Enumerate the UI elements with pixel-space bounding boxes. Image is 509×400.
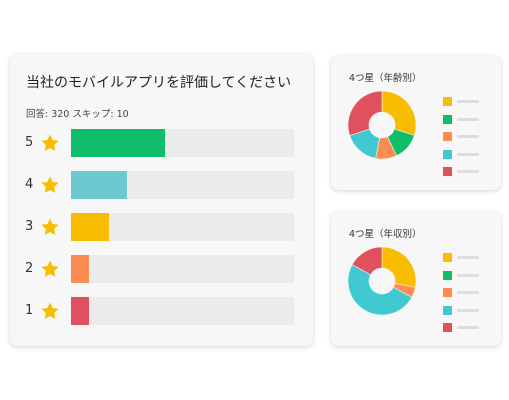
legend-swatch	[443, 167, 452, 176]
income-slice-0	[381, 246, 417, 288]
legend-placeholder-line	[457, 256, 479, 259]
age-legend-item	[443, 94, 493, 112]
age-legend-item	[443, 129, 493, 147]
legend-swatch	[443, 97, 452, 106]
legend-placeholder-line	[457, 170, 479, 173]
legend-swatch	[443, 270, 452, 280]
bar-track	[71, 297, 294, 325]
legend-placeholder-line	[457, 135, 479, 138]
star-icon	[41, 260, 59, 277]
legend-placeholder-line	[457, 152, 479, 156]
income-legend-item	[443, 320, 493, 338]
rating-row-2: 2	[10, 255, 313, 283]
age-legend-item	[443, 147, 493, 165]
legend-swatch	[443, 253, 452, 262]
rating-label: 1	[25, 303, 34, 318]
survey-question-title: 当社のモバイルアプリを評価してください	[26, 75, 292, 91]
legend-placeholder-line	[457, 326, 479, 329]
legend-swatch	[443, 288, 452, 297]
rating-label: 5	[25, 135, 34, 150]
skip-count: スキップ: 10	[72, 109, 129, 120]
income-donut-chart	[347, 246, 417, 316]
income-pie-card: 4つ星（年収別）	[331, 212, 501, 346]
legend-swatch	[443, 305, 452, 315]
star-icon	[41, 176, 59, 193]
legend-placeholder-line	[457, 100, 479, 103]
age-legend-item	[443, 164, 493, 182]
bar-3	[71, 213, 109, 241]
rating-label: 4	[25, 177, 34, 192]
bar-track	[71, 129, 294, 157]
bar-5	[71, 129, 165, 157]
rating-label: 3	[25, 219, 34, 234]
income-legend-item	[443, 268, 493, 286]
bar-1	[71, 297, 89, 325]
rating-row-1: 1	[10, 297, 313, 325]
income-legend-item	[443, 303, 493, 321]
star-icon	[41, 302, 59, 319]
age-pie-legend	[443, 94, 493, 182]
income-legend-item	[443, 250, 493, 268]
rating-card: 当社のモバイルアプリを評価してください 回答: 320 スキップ: 10 5 4 3…	[10, 54, 313, 346]
age-legend-item	[443, 112, 493, 130]
response-count: 回答: 320	[26, 109, 70, 120]
age-slice-0	[381, 90, 417, 136]
legend-placeholder-line	[457, 308, 479, 312]
age-pie-title: 4つ星（年齢別）	[349, 73, 422, 84]
legend-swatch	[443, 149, 452, 159]
age-donut-chart	[347, 90, 417, 160]
response-stats: 回答: 320 スキップ: 10	[26, 106, 129, 120]
age-slice-4	[347, 90, 383, 136]
bar-track	[71, 171, 294, 199]
bar-track	[71, 255, 294, 283]
rating-row-4: 4	[10, 171, 313, 199]
legend-placeholder-line	[457, 273, 479, 277]
income-pie-title: 4つ星（年収別）	[349, 229, 422, 240]
rating-row-5: 5	[10, 129, 313, 157]
legend-swatch	[443, 323, 452, 332]
legend-swatch	[443, 132, 452, 141]
legend-placeholder-line	[457, 117, 479, 121]
bar-2	[71, 255, 89, 283]
star-icon	[41, 218, 59, 235]
income-pie-legend	[443, 250, 493, 338]
bar-4	[71, 171, 127, 199]
age-pie-card: 4つ星（年齢別）	[331, 56, 501, 190]
legend-swatch	[443, 114, 452, 124]
star-icon	[41, 134, 59, 151]
bar-track	[71, 213, 294, 241]
legend-placeholder-line	[457, 291, 479, 294]
rating-row-3: 3	[10, 213, 313, 241]
rating-label: 2	[25, 261, 34, 276]
income-legend-item	[443, 285, 493, 303]
